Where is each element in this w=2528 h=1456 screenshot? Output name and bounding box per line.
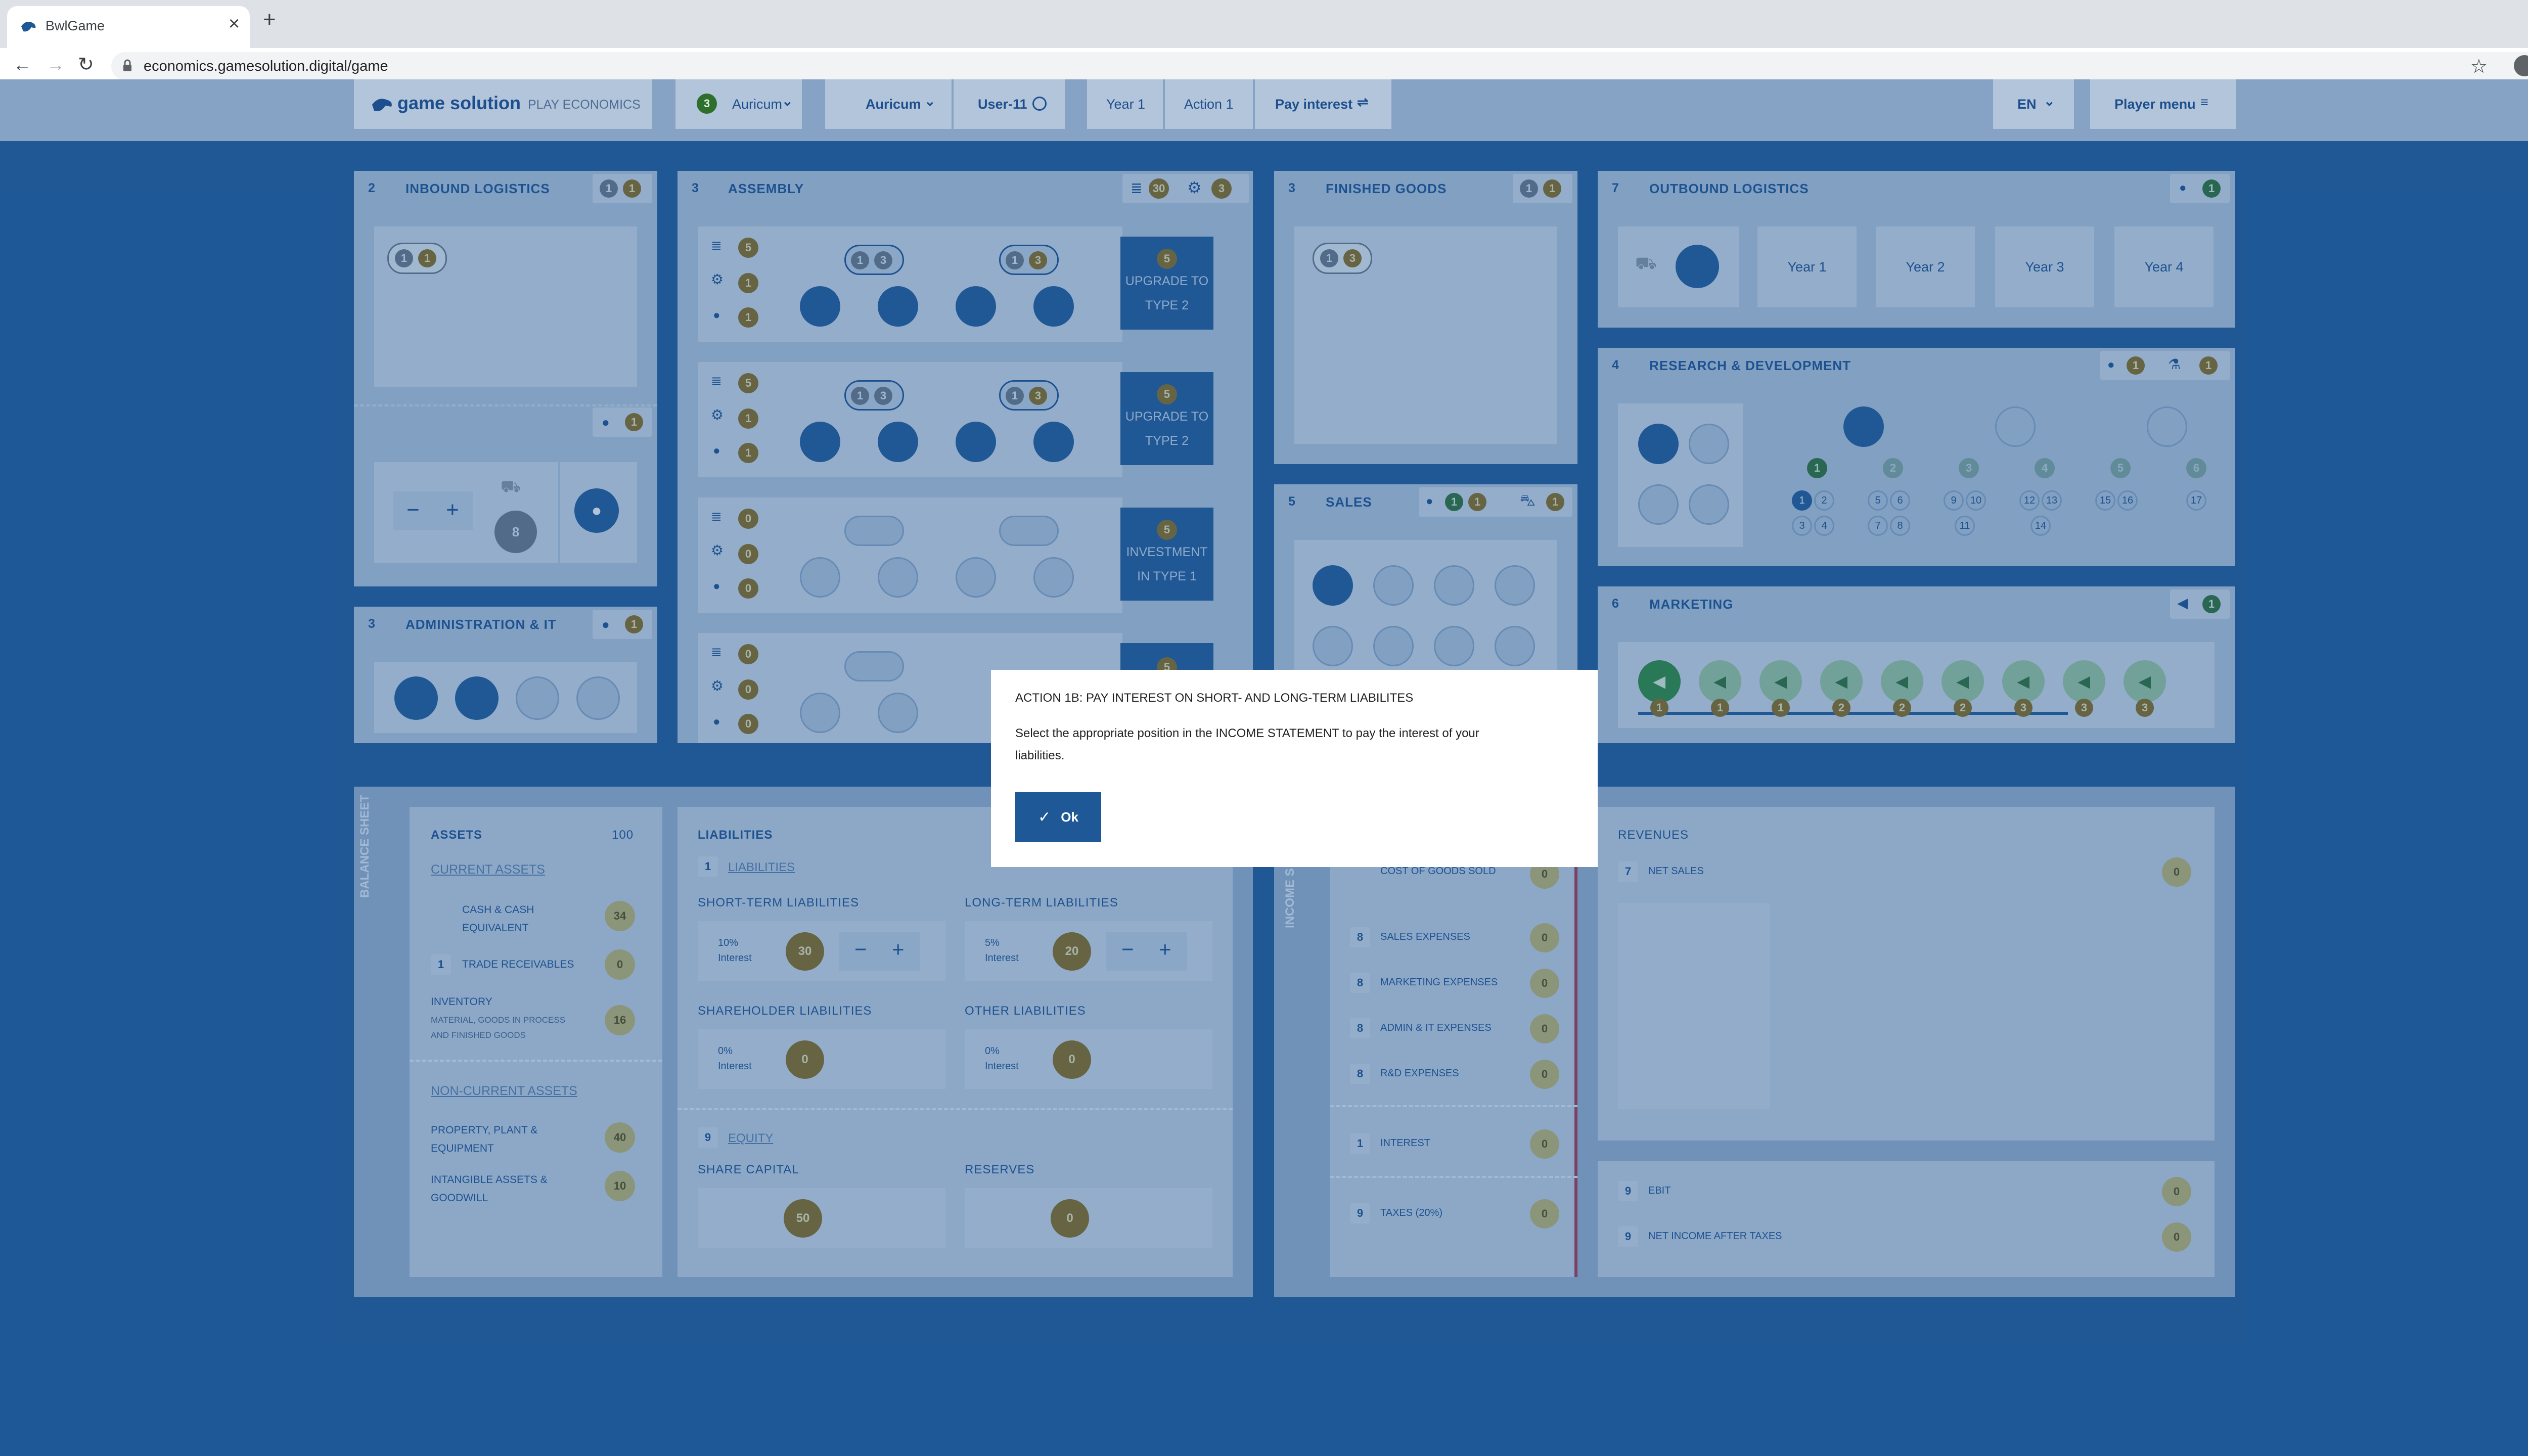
step-text: Pay interest [1275, 97, 1353, 112]
player-menu-button[interactable]: Player menu ≡ [2090, 79, 2236, 129]
market-selector[interactable]: Auricum ⌄ [825, 79, 952, 129]
ok-label: Ok [1061, 809, 1078, 825]
brand-subtitle: PLAY ECONOMICS [528, 98, 641, 112]
language-text: EN [2017, 97, 2037, 112]
action-text: Action 1 [1184, 97, 1234, 112]
check-icon: ✓ [1038, 808, 1051, 826]
company-selector[interactable]: 3 Auricum ⌄ [675, 79, 802, 129]
close-tab-icon[interactable]: × [229, 13, 240, 35]
dialog-body: liabilities. [1015, 749, 1065, 762]
browser-tab-bar [0, 0, 2528, 48]
player-menu-label: Player menu [2114, 97, 2196, 112]
dialog-title: ACTION 1B: PAY INTEREST ON SHORT- AND LO… [1015, 691, 1414, 705]
market-name: Auricum [866, 97, 921, 112]
year-indicator: Year 1 [1087, 79, 1163, 129]
handshake-icon: ⇌ [1357, 95, 1369, 110]
reload-icon[interactable]: ↻ [78, 53, 94, 76]
year-text: Year 1 [1106, 97, 1146, 112]
step-indicator: Pay interest ⇌ [1255, 79, 1391, 129]
chevron-down-icon: ⌄ [782, 94, 793, 109]
action-indicator: Action 1 [1165, 79, 1253, 129]
language-selector[interactable]: EN ⌄ [1993, 79, 2074, 129]
logo-icon [371, 96, 394, 116]
logo-text: game solution [397, 93, 521, 113]
company-name: Auricum [732, 97, 783, 112]
new-tab-button[interactable]: + [263, 7, 276, 32]
url-text: economics.gamesolution.digital/game [144, 58, 388, 74]
forward-icon[interactable]: → [47, 54, 65, 75]
chevron-down-icon: ⌄ [924, 94, 936, 109]
action-dialog: ACTION 1B: PAY INTEREST ON SHORT- AND LO… [991, 670, 1598, 867]
chevron-down-icon: ⌄ [2044, 94, 2055, 109]
check-circle-icon [1032, 97, 1047, 111]
favicon-icon [20, 19, 37, 34]
company-badge: 3 [697, 94, 717, 114]
hamburger-icon: ≡ [2200, 95, 2208, 110]
ok-button[interactable]: ✓ Ok [1015, 792, 1101, 842]
lock-icon [122, 59, 132, 72]
tab-title: BwlGame [46, 18, 105, 33]
user-name: User-11 [978, 97, 1027, 112]
dialog-body: Select the appropriate position in the I… [1015, 726, 1479, 740]
browser-tab[interactable]: BwlGame × [7, 6, 250, 48]
bookmark-star-icon[interactable]: ☆ [2470, 55, 2488, 78]
user-box[interactable]: User-11 [954, 79, 1065, 129]
brand-box[interactable]: game solution PLAY ECONOMICS [354, 79, 652, 129]
profile-icon[interactable] [2514, 55, 2528, 76]
url-field[interactable]: economics.gamesolution.digital/game ☆ [111, 52, 2528, 80]
back-icon[interactable]: ← [13, 54, 31, 75]
